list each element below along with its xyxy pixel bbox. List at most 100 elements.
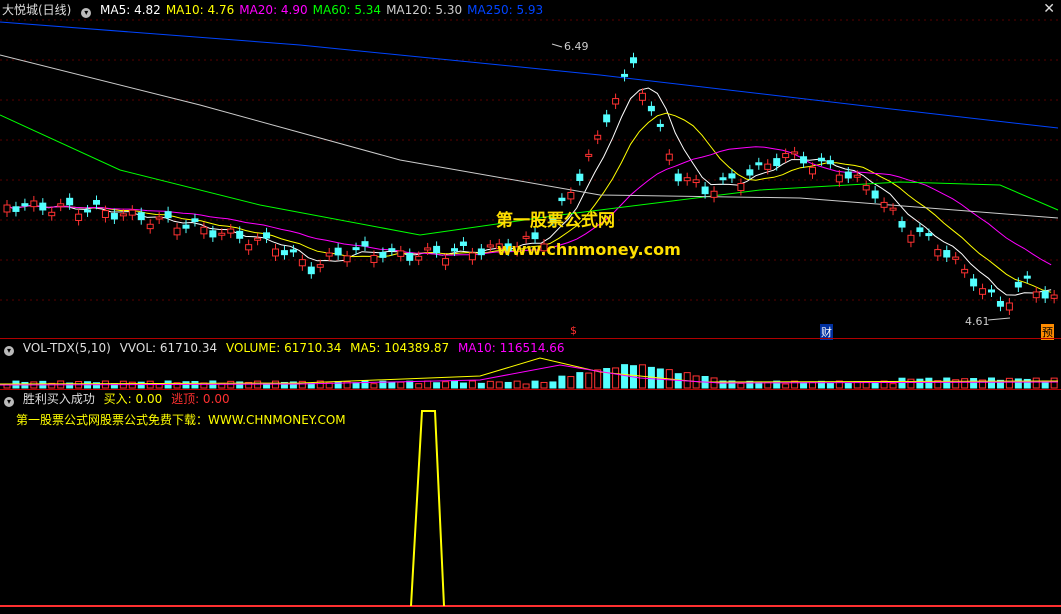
candle-body xyxy=(889,207,897,211)
candle-body xyxy=(1023,275,1031,279)
candle-body xyxy=(656,123,664,127)
volume-bar xyxy=(1005,377,1013,389)
candle-body xyxy=(585,153,593,157)
candle-body xyxy=(84,209,92,213)
candle-body xyxy=(934,249,942,257)
volume-series xyxy=(0,357,1059,389)
collapse-icon[interactable]: ▾ xyxy=(4,346,14,356)
candle-body xyxy=(397,250,405,257)
candle-body xyxy=(451,248,458,252)
candle-body xyxy=(352,247,360,251)
volume-bar xyxy=(513,380,521,389)
candle-body xyxy=(307,266,315,275)
candle-body xyxy=(979,288,987,295)
candle-body xyxy=(119,213,127,217)
candle-body xyxy=(254,237,262,241)
candle-body xyxy=(674,173,682,182)
volume-bar xyxy=(585,372,593,389)
candle-body xyxy=(146,223,154,230)
candle-body xyxy=(155,216,163,220)
candle-body xyxy=(710,190,718,198)
volume-bar xyxy=(737,382,745,389)
candlestick-series xyxy=(3,52,1058,316)
candle-body xyxy=(809,166,816,175)
ma250-line xyxy=(0,21,1059,129)
volume-bar xyxy=(988,377,995,389)
ma120-line xyxy=(0,54,1059,219)
volume-bar xyxy=(889,383,897,389)
volume-panel-header: ▾ VOL-TDX(5,10) VVOL: 61710.34 VOLUME: 6… xyxy=(0,340,570,356)
volume-ma10: MA10: 116514.66 xyxy=(457,341,565,355)
volume-bar xyxy=(442,381,450,389)
candle-body xyxy=(12,206,20,212)
candle-body xyxy=(280,250,288,256)
volume-bar xyxy=(970,378,978,389)
candle-body xyxy=(433,245,441,254)
candle-body xyxy=(800,156,808,164)
volume-bar xyxy=(397,381,405,389)
candle-body xyxy=(200,226,208,235)
candle-body xyxy=(57,203,65,207)
candle-body xyxy=(871,190,879,199)
panel-divider[interactable] xyxy=(0,389,1061,390)
candle-body xyxy=(388,248,396,252)
event-marker-dollar[interactable]: $ xyxy=(570,324,577,337)
candle-body xyxy=(66,197,74,206)
candle-body xyxy=(289,249,297,253)
candle-body xyxy=(898,221,906,228)
volume-bar xyxy=(549,381,557,389)
low-price-label: 4.61 xyxy=(965,315,990,328)
candle-body xyxy=(728,173,736,179)
candle-body xyxy=(594,134,602,140)
panel-divider[interactable] xyxy=(0,338,1061,339)
candle-body xyxy=(39,202,47,211)
candle-body xyxy=(558,197,566,202)
candle-body xyxy=(245,244,253,251)
volume-bar xyxy=(594,369,602,389)
volume-bar xyxy=(1014,378,1022,389)
candle-body xyxy=(263,232,271,239)
signal-spike xyxy=(410,410,445,607)
vvol-value: VVOL: 61710.34 xyxy=(119,341,218,355)
volume-indicator-name[interactable]: VOL-TDX(5,10) xyxy=(23,341,111,355)
candle-body xyxy=(486,244,494,248)
candle-body xyxy=(719,177,727,181)
candle-body xyxy=(477,248,485,256)
candle-body xyxy=(880,201,888,208)
volume-bar xyxy=(826,382,834,389)
candle-body xyxy=(101,210,109,219)
candle-body xyxy=(93,200,100,205)
collapse-icon[interactable]: ▾ xyxy=(4,397,14,407)
candle-body xyxy=(370,254,378,263)
volume-bar xyxy=(907,378,915,389)
watermark-url[interactable]: www.chnmoney.com xyxy=(497,240,681,259)
volume-bar xyxy=(531,380,539,389)
volume-bar xyxy=(961,378,969,389)
candle-body xyxy=(612,98,620,105)
candle-body xyxy=(218,232,226,236)
signal-indicator-name[interactable]: 胜利买入成功 xyxy=(23,392,95,406)
volume-bar xyxy=(576,372,584,389)
candle-body xyxy=(1032,291,1040,299)
candle-body xyxy=(737,183,745,191)
candle-body xyxy=(764,163,772,170)
candle-body xyxy=(853,174,861,178)
volume-bar xyxy=(433,382,441,389)
candle-body xyxy=(48,211,56,217)
volume-bar xyxy=(540,381,548,389)
candle-body xyxy=(442,258,450,266)
volume-bar xyxy=(334,381,342,389)
volume-bar xyxy=(898,377,906,389)
candle-body xyxy=(755,162,763,166)
chart-canvas[interactable] xyxy=(0,0,1061,614)
candle-body xyxy=(182,224,190,229)
candle-body xyxy=(272,248,279,257)
candle-body xyxy=(459,241,467,246)
candle-body xyxy=(406,252,414,261)
candle-body xyxy=(1005,302,1013,311)
candle-body xyxy=(1050,294,1058,299)
candle-body xyxy=(907,234,915,243)
escape-value: 逃顶: 0.00 xyxy=(171,392,230,406)
volume-bar xyxy=(522,383,530,389)
volume-bar xyxy=(916,378,924,389)
